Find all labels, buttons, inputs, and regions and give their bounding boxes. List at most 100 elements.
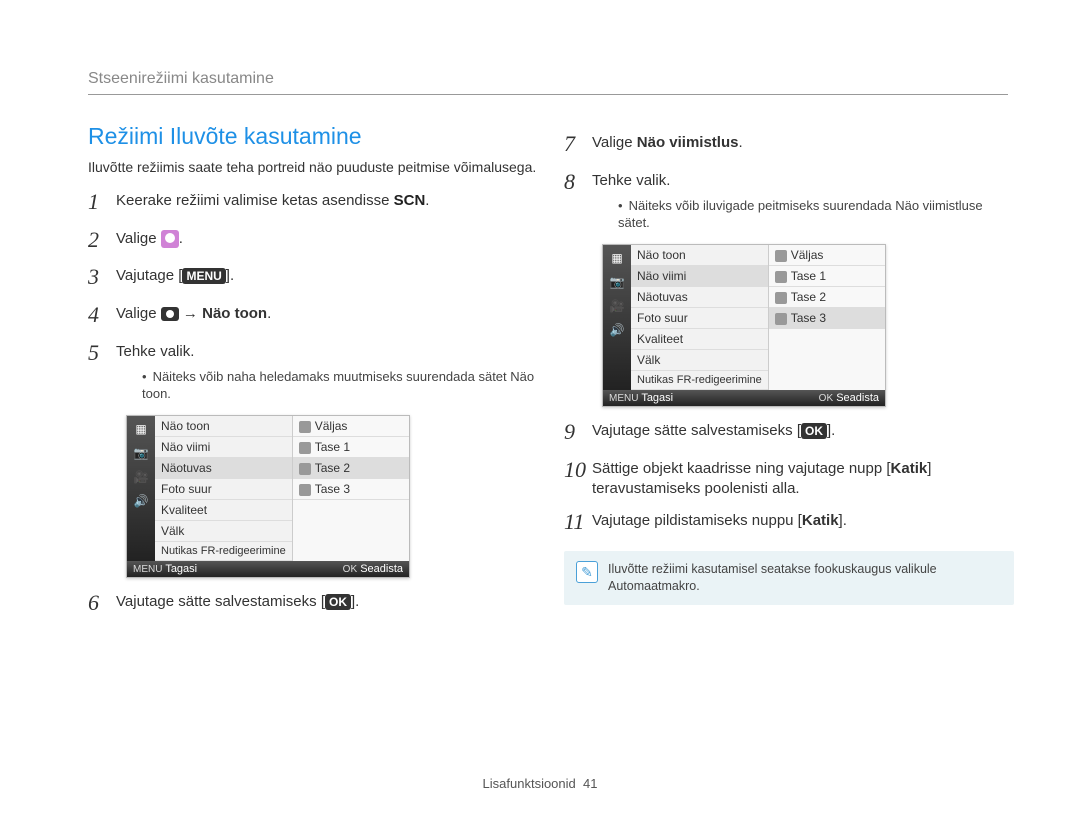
lcd-side-icons: ▦ 📷 🎥 🔊 (603, 245, 631, 390)
step-text: Sättige objekt kaadrisse ning vajutage n… (592, 460, 891, 477)
lcd-menu-item: Nutikas FR-redigeerimine (631, 371, 768, 390)
step-text: Vajutage sätte salvestamiseks [ (592, 422, 801, 439)
step-4: 4 Valige → Näo toon. (88, 300, 538, 330)
level-icon (775, 271, 787, 283)
page-footer: Lisafunktsioonid 41 (0, 776, 1080, 791)
camera-icon: 📷 (608, 273, 626, 291)
step-number: 3 (88, 262, 116, 292)
level-icon (299, 421, 311, 433)
lcd-menu-item: Nutikas FR-redigeerimine (155, 542, 292, 561)
step-bold: Katik (802, 512, 839, 529)
step-8: 8 Tehke valik. Näiteks võib iluvigade pe… (564, 167, 1014, 236)
step-bold: Katik (891, 460, 928, 477)
lcd-option-item: Väljas (769, 245, 885, 266)
lcd-back: Tagasi (165, 563, 197, 575)
lcd-footer: MENU Tagasi OK Seadista (603, 390, 885, 406)
step-text: ]. (226, 267, 234, 284)
lcd-menu-label: MENU (133, 564, 162, 575)
lcd-option-item: Väljas (293, 416, 409, 437)
step-sub: Näiteks võib iluvigade peitmiseks suuren… (618, 197, 1014, 232)
footer-label: Lisafunktsioonid (483, 776, 576, 791)
step-sub: Näiteks võib naha heledamaks muutmiseks … (142, 368, 538, 403)
level-icon (299, 484, 311, 496)
info-icon: ✎ (576, 561, 598, 583)
video-icon: 🎥 (608, 297, 626, 315)
lcd-ok-label: OK (343, 564, 357, 575)
step-number: 9 (564, 417, 592, 447)
sen-icon: ▦ (608, 249, 626, 267)
level-icon (775, 292, 787, 304)
lcd-ok-label: OK (819, 393, 833, 404)
lcd-option-item: Tase 2 (769, 287, 885, 308)
step-text: Valige (116, 230, 161, 247)
step-text: ]. (827, 422, 835, 439)
lcd-menu-item: Näo viimi (155, 437, 292, 458)
step-text: Valige (116, 305, 161, 322)
lcd-menu-item: Välk (155, 521, 292, 542)
step-text: ]. (351, 593, 359, 610)
lcd-option-item: Tase 1 (293, 437, 409, 458)
lcd-menu-item: Näo toon (631, 245, 768, 266)
portrait-icon (161, 230, 179, 248)
lcd-menu-label: MENU (609, 393, 638, 404)
header-breadcrumb: Stseenirežiimi kasutamine (88, 70, 274, 87)
lcd-option-item: Tase 2 (293, 458, 409, 479)
lcd-menu-item: Näotuvas (631, 287, 768, 308)
ok-button-label: OK (801, 423, 827, 439)
step-number: 4 (88, 300, 116, 330)
step-number: 5 (88, 338, 116, 368)
step-text: . (425, 192, 429, 209)
step-bold: Näo viimistlus (637, 134, 739, 151)
lcd-back: Tagasi (641, 392, 673, 404)
note-text: Iluvõtte režiimi kasutamisel seatakse fo… (608, 561, 1002, 595)
lcd-option-item: Tase 1 (769, 266, 885, 287)
lcd-menu-item: Kvaliteet (631, 329, 768, 350)
lcd-option-item: Tase 3 (293, 479, 409, 500)
lcd-menu-item: Foto suur (155, 479, 292, 500)
step-10: 10 Sättige objekt kaadrisse ning vajutag… (564, 455, 1014, 500)
lcd-menu-list: Näo toonNäo viimiNäotuvasFoto suurKvalit… (155, 416, 293, 561)
page-header: Stseenirežiimi kasutamine (88, 70, 1008, 95)
lcd-side-icons: ▦ 📷 🎥 🔊 (127, 416, 155, 561)
step-text: Vajutage pildistamiseks nuppu [ (592, 512, 802, 529)
video-icon: 🎥 (132, 468, 150, 486)
step-text: Valige (592, 134, 637, 151)
right-column: 7 Valige Näo viimistlus. 8 Tehke valik. … (564, 123, 1014, 626)
step-5: 5 Tehke valik. Näiteks võib naha heledam… (88, 338, 538, 407)
step-number: 7 (564, 129, 592, 159)
sen-icon: ▦ (132, 420, 150, 438)
step-11: 11 Vajutage pildistamiseks nuppu [Katik]… (564, 507, 1014, 537)
lcd-menu-item: Kvaliteet (155, 500, 292, 521)
step-bold: Näo toon (202, 305, 267, 322)
note-box: ✎ Iluvõtte režiimi kasutamisel seatakse … (564, 551, 1014, 605)
step-text: Vajutage sätte salvestamiseks [ (116, 593, 325, 610)
step-3: 3 Vajutage [MENU]. (88, 262, 538, 292)
lcd-menu-list: Näo toonNäo viimiNäotuvasFoto suurKvalit… (631, 245, 769, 390)
level-icon (299, 463, 311, 475)
section-intro: Iluvõtte režiimis saate teha portreid nä… (88, 158, 538, 177)
lcd-menu-item: Välk (631, 350, 768, 371)
step-1: 1 Keerake režiimi valimise ketas asendis… (88, 187, 538, 217)
step-number: 10 (564, 455, 592, 485)
sound-icon: 🔊 (132, 492, 150, 510)
lcd-menu-item: Näo toon (155, 416, 292, 437)
lcd-menu-item: Näo viimi (631, 266, 768, 287)
ok-button-label: OK (325, 594, 351, 610)
lcd-menu-item: Näotuvas (155, 458, 292, 479)
lcd-option-item: Tase 3 (769, 308, 885, 329)
step-9: 9 Vajutage sätte salvestamiseks [OK]. (564, 417, 1014, 447)
scn-icon: SCN (394, 191, 426, 211)
step-text: . (179, 230, 183, 247)
lcd-screenshot-2: ▦ 📷 🎥 🔊 Näo toonNäo viimiNäotuvasFoto su… (602, 244, 886, 407)
section-title: Režiimi Iluvõte kasutamine (88, 123, 538, 150)
step-number: 8 (564, 167, 592, 197)
step-text: Tehke valik. (592, 172, 670, 189)
step-number: 2 (88, 225, 116, 255)
arrow-text: → (179, 305, 202, 322)
camera-icon (161, 307, 179, 321)
sound-icon: 🔊 (608, 321, 626, 339)
step-text: . (738, 134, 742, 151)
step-text: . (267, 305, 271, 322)
step-2: 2 Valige . (88, 225, 538, 255)
step-text: Vajutage [ (116, 267, 182, 284)
